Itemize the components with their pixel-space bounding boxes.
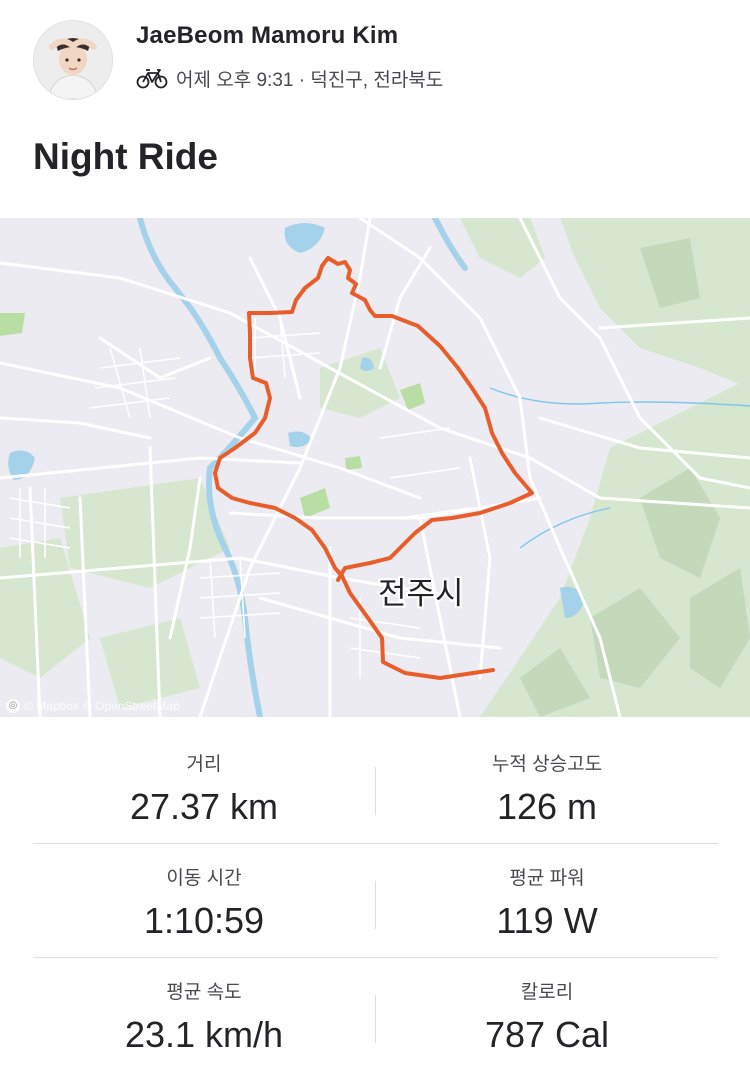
stat-label: 누적 상승고도 bbox=[491, 754, 603, 775]
stat-value: 27.37 km bbox=[129, 786, 279, 827]
activity-meta: 어제 오후 9:31 · 덕진구, 전라북도 bbox=[136, 64, 443, 92]
stat-value: 119 W bbox=[496, 900, 598, 941]
athlete-name[interactable]: JaeBeom Mamoru Kim bbox=[136, 22, 398, 50]
stat-label: 평균 파워 bbox=[509, 868, 585, 889]
map-attribution[interactable]: ◎ © Mapbox © OpenStreetMap bbox=[6, 699, 180, 713]
stat-calories: 칼로리 787 Cal bbox=[376, 958, 718, 1056]
stat-label: 평균 속도 bbox=[166, 982, 242, 1003]
bike-icon bbox=[136, 67, 168, 89]
stat-label: 이동 시간 bbox=[166, 868, 242, 889]
stats-row: 평균 속도 23.1 km/h 칼로리 787 Cal bbox=[33, 958, 718, 1071]
stat-value: 23.1 km/h bbox=[124, 1014, 284, 1055]
map-canvas: 전주시 bbox=[0, 218, 750, 717]
stat-moving-time: 이동 시간 1:10:59 bbox=[33, 844, 375, 942]
mapbox-logo-icon: ◎ bbox=[6, 699, 20, 713]
mapbox-attribution[interactable]: © Mapbox bbox=[24, 699, 79, 713]
stat-average-power: 평균 파워 119 W bbox=[376, 844, 718, 942]
stat-distance: 거리 27.37 km bbox=[33, 730, 375, 828]
stats-grid: 거리 27.37 km 누적 상승고도 126 m 이동 시간 1:10:59 … bbox=[33, 730, 718, 1071]
avatar[interactable] bbox=[33, 20, 113, 100]
activity-date-location: 어제 오후 9:31 · 덕진구, 전라북도 bbox=[176, 69, 444, 91]
city-label: 전주시 bbox=[378, 576, 464, 612]
avatar-image bbox=[34, 21, 112, 99]
stat-value: 787 Cal bbox=[484, 1014, 610, 1055]
stat-elevation-gain: 누적 상승고도 126 m bbox=[376, 730, 718, 828]
osm-attribution[interactable]: © OpenStreetMap bbox=[83, 699, 180, 713]
activity-title[interactable]: Night Ride bbox=[33, 136, 218, 178]
stat-label: 칼로리 bbox=[520, 982, 574, 1003]
stats-row: 거리 27.37 km 누적 상승고도 126 m bbox=[33, 730, 718, 844]
stats-row: 이동 시간 1:10:59 평균 파워 119 W bbox=[33, 844, 718, 958]
stat-average-speed: 평균 속도 23.1 km/h bbox=[33, 958, 375, 1056]
stat-value: 1:10:59 bbox=[143, 900, 265, 941]
activity-header: JaeBeom Mamoru Kim 어제 오후 9:31 · 덕진구, 전라북… bbox=[0, 0, 750, 177]
route-map[interactable]: 전주시 ◎ © Mapbox © OpenStreetMap bbox=[0, 218, 750, 717]
stat-label: 거리 bbox=[186, 754, 222, 775]
stat-value: 126 m bbox=[496, 786, 598, 827]
